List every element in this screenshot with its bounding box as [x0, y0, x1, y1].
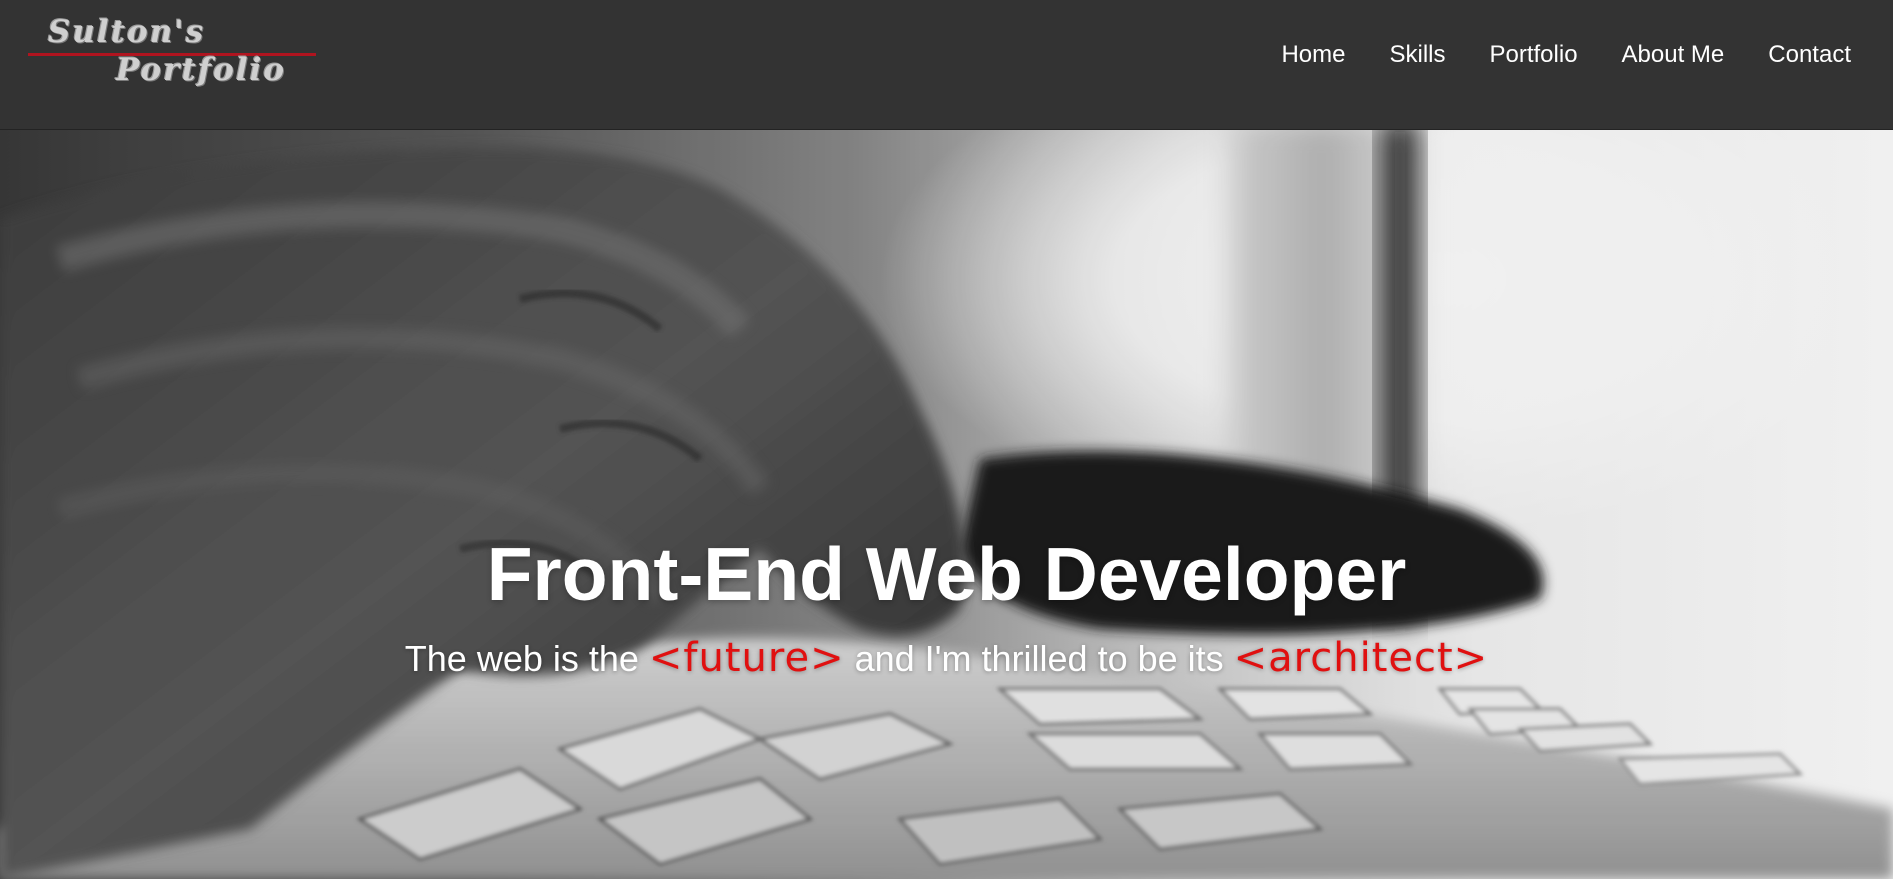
- hero-tagline: The web is the <future> and I'm thrilled…: [0, 635, 1893, 681]
- tagline-accent-future: <future>: [648, 635, 845, 681]
- logo-text-line1: Sulton's: [48, 14, 206, 50]
- hero-background-image: [0, 129, 1893, 879]
- hero-section: Front-End Web Developer The web is the <…: [0, 129, 1893, 879]
- main-nav: Home Skills Portfolio About Me Contact: [1259, 38, 1873, 72]
- tagline-text-1: The web is the: [404, 638, 649, 679]
- nav-link-about-me[interactable]: About Me: [1600, 38, 1747, 72]
- site-logo[interactable]: Sulton's Portfolio: [28, 12, 318, 94]
- nav-link-skills[interactable]: Skills: [1367, 38, 1467, 72]
- nav-link-home[interactable]: Home: [1259, 38, 1367, 72]
- tagline-accent-architect: <architect>: [1233, 635, 1489, 681]
- site-header: Sulton's Portfolio Home Skills Portfolio…: [0, 0, 1893, 130]
- nav-link-portfolio[interactable]: Portfolio: [1468, 38, 1600, 72]
- tagline-text-2: and I'm thrilled to be its: [844, 638, 1234, 679]
- hero-title: Front-End Web Developer: [486, 532, 1407, 617]
- logo-text-line2: Portfolio: [116, 52, 287, 88]
- nav-link-contact[interactable]: Contact: [1746, 38, 1873, 72]
